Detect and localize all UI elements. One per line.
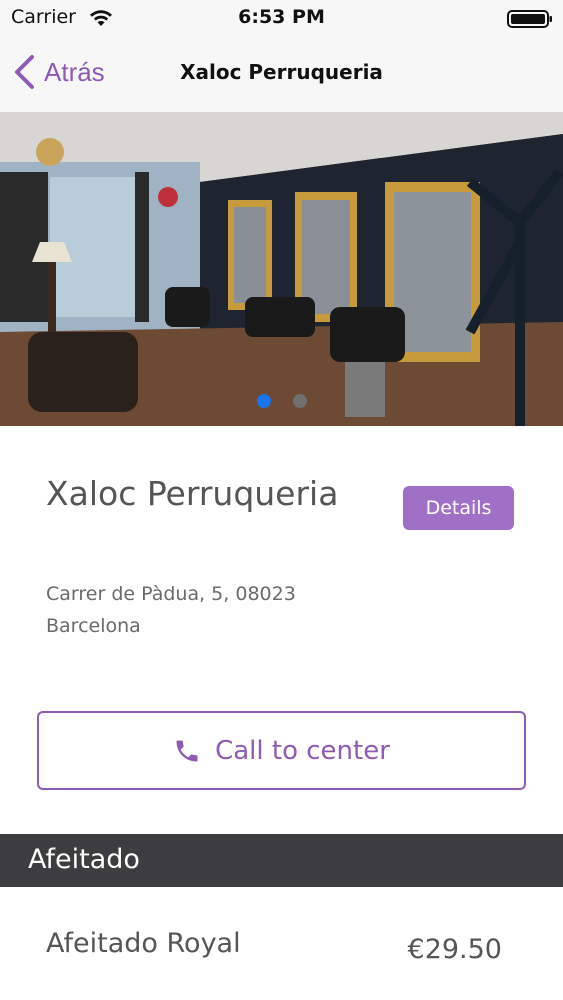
carousel-page-indicator[interactable] xyxy=(0,394,563,408)
service-name: Afeitado Royal xyxy=(46,928,241,959)
call-label: Call to center xyxy=(215,735,390,766)
navigation-bar: Atrás Xaloc Perruqueria xyxy=(0,40,563,112)
status-time: 6:53 PM xyxy=(238,6,325,28)
page-dot-2[interactable] xyxy=(292,394,307,408)
status-bar: Carrier 6:53 PM xyxy=(0,0,563,40)
details-button[interactable]: Details xyxy=(403,486,514,530)
service-row[interactable]: Afeitado Royal €29.50 xyxy=(0,900,563,1000)
page-dot-1[interactable] xyxy=(256,394,271,408)
salon-photo xyxy=(0,112,563,426)
page-title: Xaloc Perruqueria xyxy=(180,60,383,84)
section-title: Afeitado xyxy=(28,844,140,875)
call-to-center-button[interactable]: Call to center xyxy=(37,711,526,790)
section-header: Afeitado xyxy=(0,834,563,887)
salon-address: Carrer de Pàdua, 5, 08023 Barcelona xyxy=(46,583,296,637)
phone-icon xyxy=(176,740,198,761)
service-price: €29.50 xyxy=(407,934,502,965)
battery-icon xyxy=(507,10,552,28)
salon-name: Xaloc Perruqueria xyxy=(46,474,339,513)
salon-photo-carousel[interactable] xyxy=(0,112,563,426)
